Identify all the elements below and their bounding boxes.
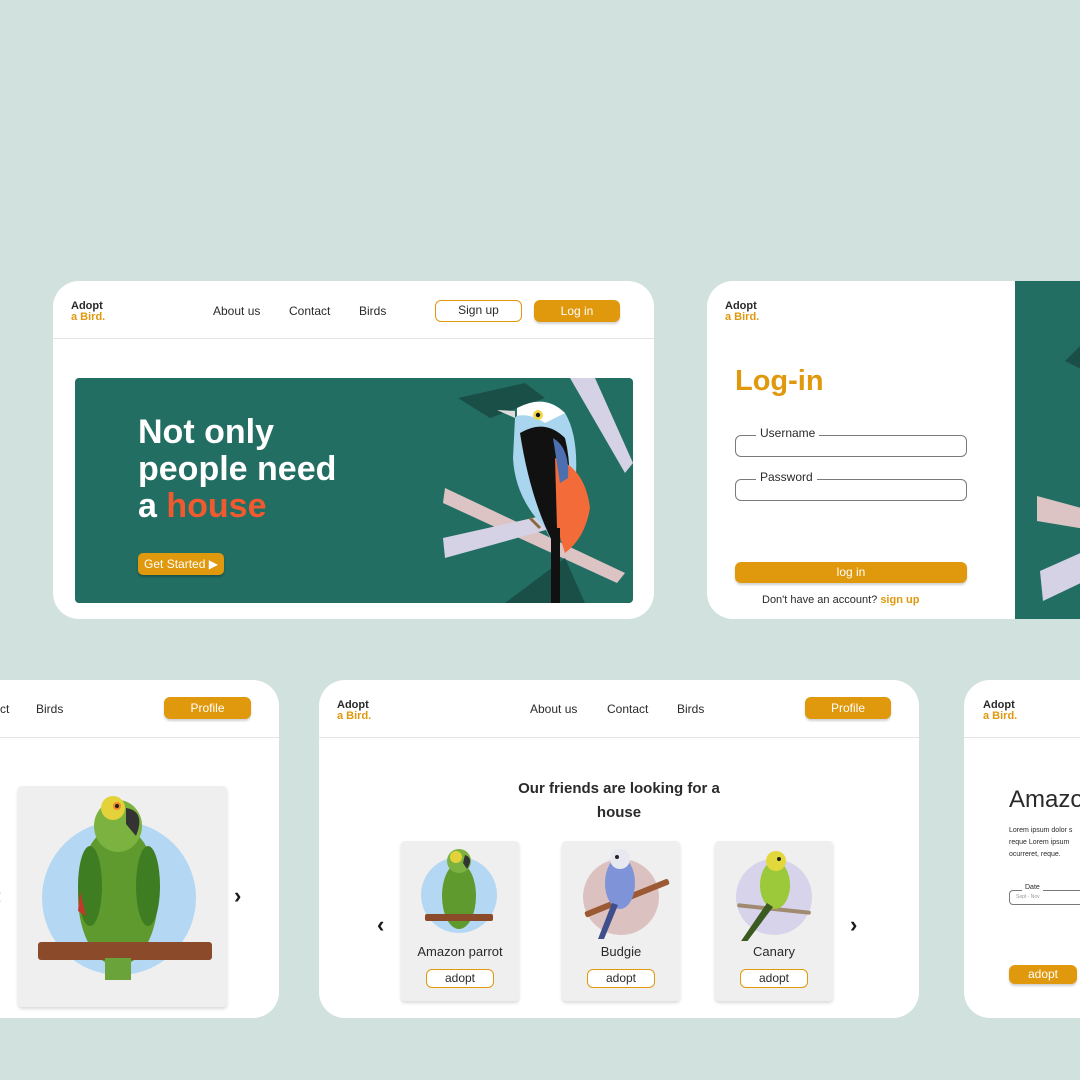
nav-birds[interactable]: Birds: [677, 702, 704, 716]
detail-card: ct Birds Profile ‹ ›: [0, 680, 279, 1018]
adopt-button[interactable]: adopt: [587, 969, 655, 988]
bird-card-canary[interactable]: Canary adopt: [715, 841, 833, 1001]
brand-logo[interactable]: Adopt a Bird.: [337, 700, 371, 722]
bird-name: Budgie: [600, 944, 642, 959]
hero-heading: Not only people need a house: [138, 413, 337, 525]
profile-button[interactable]: Profile: [805, 697, 891, 719]
play-icon: ▶: [208, 557, 218, 571]
header-divider: [53, 338, 654, 339]
canary-thumb: [736, 851, 812, 941]
brand-logo[interactable]: Adopt a Bird.: [71, 301, 105, 323]
date-field[interactable]: Date Sept - Nov: [1009, 884, 1080, 905]
brand-logo[interactable]: Adopt a Bird.: [983, 700, 1017, 722]
adopt-button[interactable]: adopt: [740, 969, 808, 988]
amazon-parrot-photo: [38, 796, 212, 980]
budgie-thumb: [583, 849, 670, 939]
chevron-right-icon[interactable]: ›: [234, 885, 241, 907]
nav-birds[interactable]: Birds: [359, 304, 386, 318]
hero-banner: Not only people need a house Get Started…: [75, 378, 633, 603]
signup-link[interactable]: sign up: [880, 594, 919, 606]
login-side-panel: [1015, 281, 1080, 619]
password-field[interactable]: Password: [735, 470, 967, 501]
bird-card-amazon-parrot[interactable]: Amazon parrot adopt: [401, 841, 519, 1001]
chevron-left-icon[interactable]: ‹: [377, 914, 384, 936]
header-divider: [319, 737, 919, 738]
nav-contact[interactable]: ct: [0, 702, 9, 716]
hero-accent-word: house: [166, 487, 267, 525]
chevron-left-icon[interactable]: ‹: [0, 885, 1, 907]
adopt-description: Lorem ipsum dolor s reque Lorem ipsum oc…: [1009, 827, 1073, 858]
panel-decoration: [1037, 346, 1080, 601]
signup-prompt: Don't have an account? sign up: [762, 594, 920, 606]
adopt-card: Adopt a Bird. Amazo Lorem ipsum dolor s …: [964, 680, 1080, 1018]
login-title: Log-in: [735, 365, 824, 397]
listing-heading: Our friends are looking for a house: [518, 780, 720, 821]
bird-name: Canary: [753, 944, 795, 959]
landing-card: Adopt a Bird. About us Contact Birds Sig…: [53, 281, 654, 619]
chevron-right-icon[interactable]: ›: [850, 914, 857, 936]
bird-card-budgie[interactable]: Budgie adopt: [562, 841, 680, 1001]
header-divider: [964, 737, 1080, 738]
header-divider: [0, 737, 279, 738]
login-submit-button[interactable]: log in: [735, 562, 967, 583]
adopt-title: Amazo: [1009, 786, 1080, 813]
nav-about-us[interactable]: About us: [530, 702, 577, 716]
signup-button[interactable]: Sign up: [435, 300, 522, 322]
bird-illustration: [443, 378, 633, 603]
profile-button[interactable]: Profile: [164, 697, 251, 719]
login-button[interactable]: Log in: [534, 300, 620, 322]
adopt-button[interactable]: adopt: [426, 969, 494, 988]
bird-name: Amazon parrot: [417, 944, 503, 959]
brand-logo[interactable]: Adopt a Bird.: [725, 301, 759, 323]
nav-contact[interactable]: Contact: [607, 702, 648, 716]
username-field[interactable]: Username: [735, 426, 967, 457]
nav-contact[interactable]: Contact: [289, 304, 330, 318]
amazon-parrot-thumb: [421, 849, 497, 933]
login-card: Adopt a Bird. Log-in Username Password l…: [707, 281, 1080, 619]
nav-about-us[interactable]: About us: [213, 304, 260, 318]
bird-photo-frame: [18, 786, 227, 1007]
get-started-button[interactable]: Get Started ▶: [138, 553, 224, 575]
listing-card: Adopt a Bird. About us Contact Birds Pro…: [319, 680, 919, 1018]
adopt-submit-button[interactable]: adopt: [1009, 965, 1077, 984]
nav-birds[interactable]: Birds: [36, 702, 63, 716]
